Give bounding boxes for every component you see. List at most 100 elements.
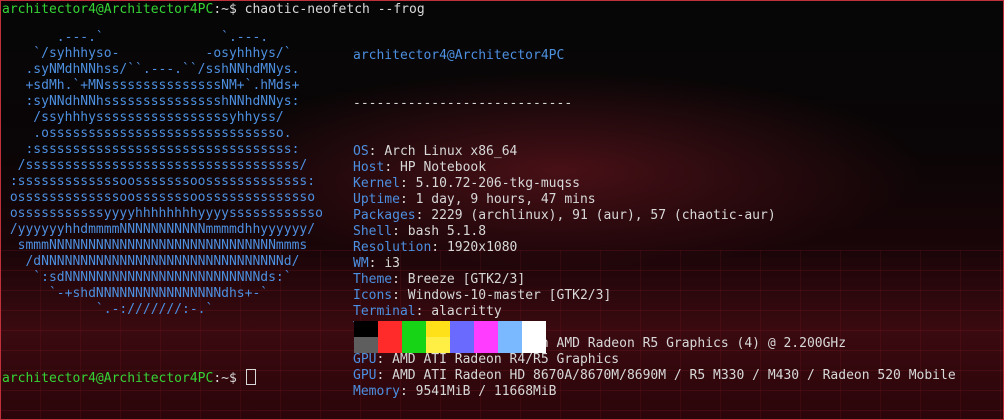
info-key: Packages xyxy=(353,208,416,223)
info-row: Kernel: 5.10.72-206-tkg-muqss xyxy=(353,176,956,192)
prompt-userhost: architector4@Architector4PC xyxy=(2,371,214,386)
logo-line: osssssssssssssoosssssssoossssssssssssso xyxy=(2,190,316,205)
terminal-window[interactable]: architector4@Architector4PC:~$ chaotic-n… xyxy=(0,0,1004,420)
palette-swatch-bright xyxy=(450,337,474,353)
palette-swatch-normal xyxy=(426,321,450,337)
info-value: HP Notebook xyxy=(399,160,487,175)
logo-line: /sssssssssssssssssssssssssssssssssss/ xyxy=(2,158,308,173)
color-palette xyxy=(354,321,546,353)
logo-line: :sssssssssssssssssssssssssssssssss: xyxy=(2,142,300,157)
palette-swatch-bright xyxy=(474,337,498,353)
info-key: GPU xyxy=(353,368,377,383)
info-colon: : xyxy=(384,160,400,175)
logo-line: .---.` `.---. xyxy=(2,30,269,45)
info-colon: : xyxy=(392,272,408,287)
info-colon: : xyxy=(431,240,447,255)
info-colon: : xyxy=(392,224,408,239)
info-row: GPU: AMD ATI Radeon R4/R5 Graphics xyxy=(353,352,956,368)
info-key: WM xyxy=(353,256,369,271)
arch-ascii-logo: .---.` `.---. `/syhhhyso- -osyhhhys/` .s… xyxy=(2,30,323,318)
info-key: OS xyxy=(353,144,369,159)
info-separator: ---------------------------- xyxy=(353,96,573,111)
info-key: Terminal xyxy=(353,304,416,319)
info-colon: : xyxy=(368,144,385,159)
info-key: GPU xyxy=(353,352,377,367)
logo-line: +sdMh.`+MNsssssssssssssssNM+`.hMds+ xyxy=(2,78,300,93)
info-row: Packages: 2229 (archlinux), 91 (aur), 57… xyxy=(353,208,956,224)
logo-line: `/syhhhyso- -osyhhhys/` xyxy=(2,46,292,61)
info-key: Theme xyxy=(353,272,393,287)
info-value: Arch Linux x86_64 xyxy=(384,144,518,159)
info-value: Breeze [GTK2/3] xyxy=(407,272,526,287)
palette-swatch-normal xyxy=(498,321,522,337)
system-info-panel: architector4@Architector4PC ------------… xyxy=(353,16,956,399)
info-value: 2229 (archlinux), 91 (aur), 57 (chaotic-… xyxy=(431,208,776,223)
info-value: 5.10.72-206-tkg-muqss xyxy=(415,176,580,191)
info-colon: : xyxy=(415,208,432,223)
logo-line: osssssssssssyyyyhhhhhhhhyyyyssssssssssso xyxy=(2,206,323,221)
logo-line: `.-:///////:-.` xyxy=(2,302,214,317)
input-prompt-line[interactable]: architector4@Architector4PC:~$ xyxy=(2,369,256,387)
palette-swatch-bright xyxy=(402,337,426,353)
info-rows: OS: Arch Linux x86_64 Host: HP Notebook Ke… xyxy=(353,144,956,399)
palette-swatch-bright xyxy=(354,337,378,353)
info-key: Uptime xyxy=(353,192,400,207)
command-text: chaotic-neofetch --frog xyxy=(244,2,425,17)
info-row: WM: i3 xyxy=(353,256,956,272)
info-colon: : xyxy=(399,176,416,191)
palette-row-normal xyxy=(354,321,546,337)
info-value: AMD ATI Radeon R4/R5 Graphics xyxy=(392,352,620,367)
logo-line: `-+shdNNNNNNNNNNNNNNNNdhs+-` xyxy=(2,286,269,301)
info-colon: : xyxy=(392,288,408,303)
logo-line: /yyyyyyhhdmmmmNNNNNNNNNNNmmmmdhhyyyyyy/ xyxy=(2,222,316,237)
palette-swatch-bright xyxy=(426,337,450,353)
info-value: AMD ATI Radeon HD 8670A/8670M/8690M / R5… xyxy=(392,368,956,383)
palette-swatch-normal xyxy=(354,321,378,337)
cursor-block xyxy=(245,369,256,385)
info-row: Host: HP Notebook xyxy=(353,160,956,176)
prompt-suffix: :~$ xyxy=(213,371,245,386)
info-colon: : xyxy=(376,352,393,367)
palette-swatch-normal xyxy=(474,321,498,337)
palette-swatch-normal xyxy=(378,321,402,337)
info-row: Memory: 9541MiB / 11668MiB xyxy=(353,384,956,400)
logo-line: smmmNNNNNNNNNNNNNNNNNNNNNNNNNNNNNmmms xyxy=(2,238,308,253)
info-key: Icons xyxy=(353,288,393,303)
info-value: 9541MiB / 11668MiB xyxy=(415,384,557,399)
logo-line: /dNNNNNNNNNNNNNNNNNNNNNNNNNNNNNNNd/ xyxy=(2,254,300,269)
info-row: OS: Arch Linux x86_64 xyxy=(353,144,956,160)
palette-swatch-normal xyxy=(450,321,474,337)
logo-line: /ssyhhhysssssssssssssssssyhhyss/ xyxy=(2,110,284,125)
info-value: bash 5.1.8 xyxy=(407,224,487,239)
info-key: Kernel xyxy=(353,176,400,191)
info-row: Uptime: 1 day, 9 hours, 47 mins xyxy=(353,192,956,208)
info-row: GPU: AMD ATI Radeon HD 8670A/8670M/8690M… xyxy=(353,368,956,384)
info-value: alacritty xyxy=(431,304,502,319)
palette-row-bright xyxy=(354,337,546,353)
info-colon: : xyxy=(376,368,393,383)
info-value: 1920x1080 xyxy=(446,240,518,255)
logo-line: :syNNdhNNhssssssssssssssshNNhdNNys: xyxy=(2,94,300,109)
info-colon: : xyxy=(368,256,385,271)
info-key: Host xyxy=(353,160,385,175)
info-row: Terminal: alacritty xyxy=(353,304,956,320)
info-row: Resolution: 1920x1080 xyxy=(353,240,956,256)
info-value: 1 day, 9 hours, 47 mins xyxy=(415,192,596,207)
palette-swatch-normal xyxy=(522,321,546,337)
prompt-suffix: :~$ xyxy=(213,2,245,17)
info-colon: : xyxy=(399,192,416,207)
palette-swatch-bright xyxy=(378,337,402,353)
info-key: Memory xyxy=(353,384,400,399)
info-value: i3 xyxy=(384,256,400,271)
logo-line: .ossssssssssssssssssssssssssssso. xyxy=(2,126,292,141)
info-header: architector4@Architector4PC xyxy=(353,48,565,63)
logo-line: :sssssssssssssoosssssssoosssssssssssss: xyxy=(2,174,316,189)
info-colon: : xyxy=(415,304,432,319)
info-row: Theme: Breeze [GTK2/3] xyxy=(353,272,956,288)
info-row: Shell: bash 5.1.8 xyxy=(353,224,956,240)
info-value: Windows-10-master [GTK2/3] xyxy=(407,288,612,303)
info-row: Icons: Windows-10-master [GTK2/3] xyxy=(353,288,956,304)
palette-swatch-normal xyxy=(402,321,426,337)
prompt-userhost: architector4@Architector4PC xyxy=(2,2,214,17)
info-colon: : xyxy=(399,384,416,399)
